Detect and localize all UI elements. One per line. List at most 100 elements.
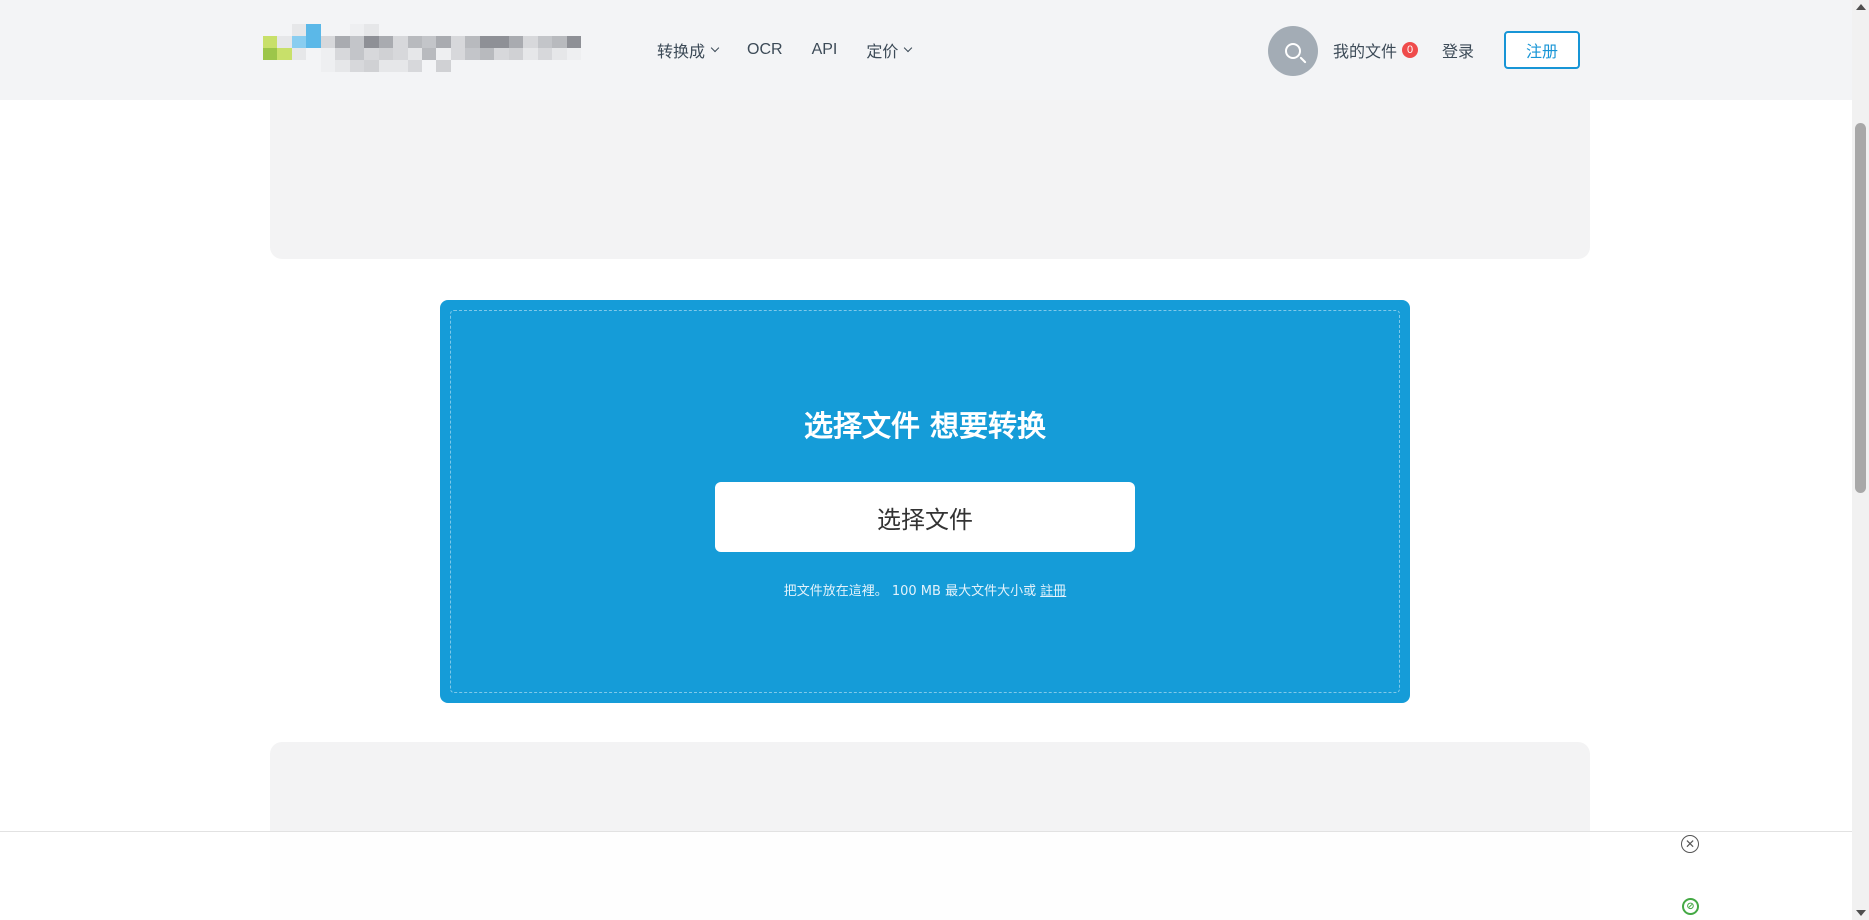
logo-mosaic-tile xyxy=(349,48,365,60)
logo-mosaic-tile xyxy=(378,36,394,48)
logo-mosaic-tile xyxy=(421,60,437,72)
logo-mosaic-tile xyxy=(494,60,509,72)
close-circle-icon[interactable]: ✕ xyxy=(1681,835,1699,853)
top-ad-panel xyxy=(270,100,1590,259)
logo-mosaic-tile xyxy=(421,48,437,60)
nav-api-link[interactable]: API xyxy=(812,41,838,59)
my-files-link[interactable]: 我的文件 0 xyxy=(1333,0,1419,100)
nav-ocr-link[interactable]: OCR xyxy=(747,41,783,59)
logo-mosaic-tile xyxy=(537,24,553,36)
logo-mosaic-tile xyxy=(306,24,321,36)
my-files-count-badge: 0 xyxy=(1402,42,1419,58)
logo-mosaic-tile xyxy=(523,48,538,60)
logo-mosaic-tile xyxy=(421,36,437,48)
scroll-up-arrow-icon[interactable] xyxy=(1856,4,1866,10)
search-button[interactable] xyxy=(1268,26,1318,76)
site-logo[interactable] xyxy=(263,24,581,72)
logo-mosaic-tile xyxy=(349,36,365,48)
logo-mosaic-tile xyxy=(306,60,321,72)
logo-mosaic-tile xyxy=(407,48,422,60)
logo-mosaic-tile xyxy=(364,48,379,60)
scrollbar-thumb[interactable] xyxy=(1855,123,1866,493)
logo-mosaic-tile xyxy=(320,36,336,48)
login-link[interactable]: 登录 xyxy=(1442,0,1474,100)
logo-mosaic-tile xyxy=(537,60,553,72)
scroll-down-arrow-icon[interactable] xyxy=(1856,910,1866,916)
file-upload-dropzone[interactable]: 选择文件 想要转换 选择文件 把文件放在這裡。 100 MB 最大文件大小或 註… xyxy=(440,300,1410,703)
logo-mosaic-tile xyxy=(263,48,278,60)
logo-mosaic-tile xyxy=(566,48,581,60)
my-files-label: 我的文件 xyxy=(1333,44,1398,61)
nav-ocr-label: OCR xyxy=(747,41,783,58)
logo-mosaic-tile xyxy=(566,24,581,36)
nav-convert-label: 转换成 xyxy=(657,44,706,61)
logo-mosaic-tile xyxy=(378,24,394,36)
logo-mosaic-tile xyxy=(465,36,480,48)
site-header: 转换成 OCR API 定价 我的文件 0 登录 注册 xyxy=(0,0,1852,100)
logo-mosaic-tile xyxy=(349,24,365,36)
logo-mosaic-tile xyxy=(450,60,466,72)
logo-mosaic-tile xyxy=(436,36,451,48)
logo-mosaic-tile xyxy=(364,60,379,72)
logo-mosaic-tile xyxy=(479,48,495,60)
upload-register-link[interactable]: 註冊 xyxy=(1040,584,1066,599)
register-label: 注册 xyxy=(1525,44,1558,61)
logo-mosaic-tile xyxy=(450,24,466,36)
logo-mosaic-tile xyxy=(335,60,350,72)
chevron-down-icon xyxy=(904,43,913,53)
choose-file-button[interactable]: 选择文件 xyxy=(715,482,1135,552)
logo-mosaic-tile xyxy=(566,36,581,48)
logo-mosaic-tile xyxy=(465,48,480,60)
logo-mosaic-tile xyxy=(479,24,495,36)
logo-mosaic-tile xyxy=(494,24,509,36)
nav-pricing-dropdown[interactable]: 定价 xyxy=(866,38,913,62)
upload-note: 把文件放在這裡。 100 MB 最大文件大小或 註冊 xyxy=(440,580,1410,599)
logo-mosaic-tile xyxy=(364,24,379,36)
logo-mosaic-tile xyxy=(320,24,336,36)
logo-mosaic-tile xyxy=(393,36,408,48)
logo-mosaic-tile xyxy=(407,60,422,72)
logo-mosaic-tile xyxy=(479,36,495,48)
logo-mosaic-tile xyxy=(393,60,408,72)
logo-mosaic-tile xyxy=(465,60,480,72)
logo-mosaic-tile xyxy=(523,24,538,36)
logo-mosaic-tile xyxy=(552,24,567,36)
logo-mosaic-tile xyxy=(436,48,451,60)
logo-mosaic-tile xyxy=(393,48,408,60)
logo-mosaic-tile xyxy=(291,60,307,72)
logo-mosaic-tile xyxy=(306,48,321,60)
logo-mosaic-tile xyxy=(335,24,350,36)
logo-mosaic-tile xyxy=(537,36,553,48)
logo-mosaic-tile xyxy=(552,48,567,60)
logo-mosaic-tile xyxy=(263,60,278,72)
logo-mosaic-tile xyxy=(277,24,292,36)
logo-mosaic-tile xyxy=(479,60,495,72)
main-nav: 转换成 OCR API 定价 xyxy=(657,0,940,100)
logo-mosaic-tile xyxy=(349,60,365,72)
nav-pricing-label: 定价 xyxy=(866,44,899,61)
upload-note-text: 把文件放在這裡。 100 MB 最大文件大小或 xyxy=(783,584,1037,599)
logo-mosaic-tile xyxy=(508,48,524,60)
logo-mosaic-tile xyxy=(494,36,509,48)
logo-mosaic-tile xyxy=(450,48,466,60)
logo-mosaic-tile xyxy=(421,24,437,36)
upload-title: 选择文件 想要转换 xyxy=(803,409,1047,443)
logo-mosaic-tile xyxy=(508,36,524,48)
sticky-ad-bar xyxy=(0,831,1852,920)
search-icon xyxy=(1285,43,1301,59)
nav-convert-dropdown[interactable]: 转换成 xyxy=(657,38,720,62)
logo-mosaic-tile xyxy=(523,60,538,72)
logo-mosaic-tile xyxy=(450,36,466,48)
choose-file-label: 选择文件 xyxy=(877,505,973,534)
logo-mosaic-tile xyxy=(263,36,278,48)
page-scrollbar[interactable] xyxy=(1852,0,1869,920)
pixelated-logo-image xyxy=(263,24,581,72)
logo-mosaic-tile xyxy=(335,36,350,48)
logo-mosaic-tile xyxy=(436,60,451,72)
logo-mosaic-tile xyxy=(320,48,336,60)
ad-info-icon[interactable]: ⊘ xyxy=(1682,898,1699,915)
logo-mosaic-tile xyxy=(436,24,451,36)
register-button[interactable]: 注册 xyxy=(1504,31,1580,69)
logo-mosaic-tile xyxy=(291,24,307,36)
logo-mosaic-tile xyxy=(537,48,553,60)
